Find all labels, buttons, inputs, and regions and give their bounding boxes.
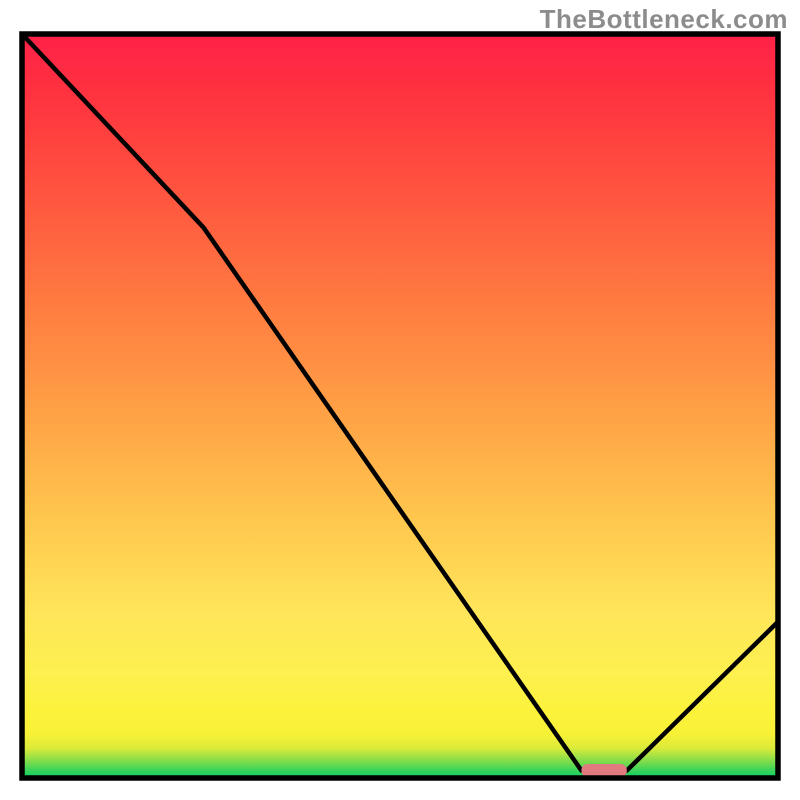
optimal-marker <box>581 764 626 777</box>
gradient-background <box>22 34 778 778</box>
plot-area <box>22 34 778 778</box>
chart-frame: TheBottleneck.com <box>0 0 800 800</box>
bottleneck-chart <box>0 0 800 800</box>
